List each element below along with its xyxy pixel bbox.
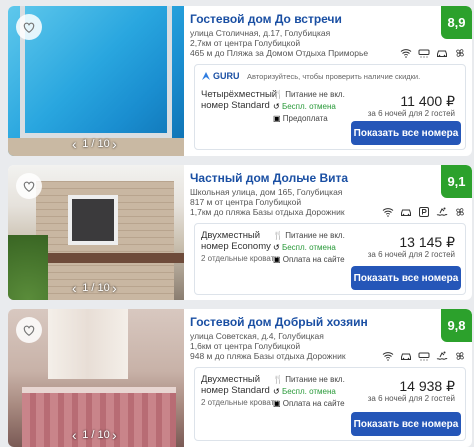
hotel-photo[interactable]: ‹ 1 / 10 › [8, 309, 184, 447]
room-offer: Двухместный номер Standard 2 отдельные к… [194, 367, 466, 441]
rating-badge: 9,8 [441, 309, 472, 342]
distance-center: 817 м от центра Голубицкой [190, 197, 302, 207]
parking-icon [418, 205, 430, 217]
room-offer: GURU Авторизуйтесь, чтобы проверить нали… [194, 64, 466, 150]
amenities [382, 205, 466, 217]
guru-note[interactable]: Авторизуйтесь, чтобы проверить наличие с… [247, 72, 420, 81]
feature-payment: ▣ Оплата на сайте [273, 399, 345, 408]
favorite-heart-icon[interactable] [16, 173, 42, 199]
hotel-card[interactable]: ‹ 1 / 10 › Гостевой дом Добрый хозяин ул… [8, 309, 472, 447]
room-beds: 2 отдельные кровати [201, 254, 279, 263]
next-photo-icon[interactable]: › [112, 136, 117, 152]
favorite-heart-icon[interactable] [16, 14, 42, 40]
price: 14 938 ₽ [399, 378, 455, 394]
wifi-icon [382, 205, 394, 217]
fan-icon [454, 46, 466, 58]
amenities [382, 349, 466, 361]
rating-badge: 9,1 [441, 165, 472, 198]
feature-cancel: ↺ Беспл. отмена [273, 387, 336, 396]
feature-payment: ▣ Предоплата [273, 114, 328, 123]
hotel-title[interactable]: Гостевой дом До встречи [190, 12, 430, 26]
feature-meal: 🍴 Питание не вкл. [273, 231, 345, 240]
amenities [400, 46, 466, 58]
wifi-icon [400, 46, 412, 58]
feature-cancel: ↺ Беспл. отмена [273, 102, 336, 111]
room-beds: 2 отдельные кровати [201, 398, 279, 407]
fan-icon [454, 205, 466, 217]
swim-icon [436, 349, 448, 361]
show-rooms-button[interactable]: Показать все номера [351, 121, 461, 145]
wallet-icon: ▣ [273, 399, 281, 408]
price-note: за 6 ночей для 2 гостей [367, 250, 455, 259]
hotel-address: Школьная улица, дом 165, Голубицкая [190, 187, 343, 197]
wallet-icon: ▣ [273, 114, 281, 123]
guru-logo: GURU [213, 71, 240, 81]
meal-icon: 🍴 [273, 90, 283, 99]
wallet-icon: ▣ [273, 255, 281, 264]
meal-icon: 🍴 [273, 375, 283, 384]
price: 13 145 ₽ [399, 234, 455, 250]
car-icon [400, 205, 412, 217]
hotel-card[interactable]: ‹ 1 / 10 › Частный дом Дольче Вита Школь… [8, 165, 472, 300]
room-type: Четырёхместный номер Standard [201, 89, 278, 111]
feature-cancel: ↺ Беспл. отмена [273, 243, 336, 252]
show-rooms-button[interactable]: Показать все номера [351, 412, 461, 436]
distance-beach: 465 м до Пляжа за Домом Отдыха Приморье [190, 48, 369, 58]
guru-logo-icon [202, 72, 210, 80]
photo-counter: 1 / 10 [82, 429, 110, 441]
photo-counter: 1 / 10 [82, 138, 110, 150]
distance-center: 1,6км от центра Голубицкой [190, 341, 301, 351]
hotel-address: улица Советская, д.4, Голубицкая [190, 331, 324, 341]
rating-badge: 8,9 [441, 6, 472, 39]
price-note: за 6 ночей для 2 гостей [367, 109, 455, 118]
room-type: Двухместный номер Economy [201, 230, 271, 252]
show-rooms-button[interactable]: Показать все номера [351, 266, 461, 290]
ac-icon [418, 46, 430, 58]
favorite-heart-icon[interactable] [16, 317, 42, 343]
cancel-icon: ↺ [273, 102, 280, 111]
wifi-icon [382, 349, 394, 361]
photo-counter: 1 / 10 [82, 282, 110, 294]
distance-center: 2,7км от центра Голубицкой [190, 38, 301, 48]
feature-meal: 🍴 Питание не вкл. [273, 375, 345, 384]
car-icon [436, 46, 448, 58]
hotel-address: улица Столичная, д.17, Голубицкая [190, 28, 331, 38]
room-type: Двухместный номер Standard [201, 374, 270, 396]
cancel-icon: ↺ [273, 387, 280, 396]
hotel-card[interactable]: ‹ 1 / 10 › Гостевой дом До встречи улица… [8, 6, 472, 156]
hotel-title[interactable]: Частный дом Дольче Вита [190, 171, 430, 185]
cancel-icon: ↺ [273, 243, 280, 252]
hotel-photo[interactable]: ‹ 1 / 10 › [8, 6, 184, 156]
swim-icon [436, 205, 448, 217]
ac-icon [418, 349, 430, 361]
car-icon [400, 349, 412, 361]
price-note: за 6 ночей для 2 гостей [367, 394, 455, 403]
next-photo-icon[interactable]: › [112, 427, 117, 443]
feature-payment: ▣ Оплата на сайте [273, 255, 345, 264]
meal-icon: 🍴 [273, 231, 283, 240]
fan-icon [454, 349, 466, 361]
distance-beach: 948 м до пляжа Базы отдыха Дорожник [190, 351, 346, 361]
next-photo-icon[interactable]: › [112, 280, 117, 296]
hotel-photo[interactable]: ‹ 1 / 10 › [8, 165, 184, 300]
hotel-title[interactable]: Гостевой дом Добрый хозяин [190, 315, 430, 329]
feature-meal: 🍴 Питание не вкл. [273, 90, 345, 99]
price: 11 400 ₽ [400, 93, 455, 109]
room-offer: Двухместный номер Economy 2 отдельные кр… [194, 223, 466, 295]
distance-beach: 1,7км до пляжа Базы отдыха Дорожник [190, 207, 345, 217]
